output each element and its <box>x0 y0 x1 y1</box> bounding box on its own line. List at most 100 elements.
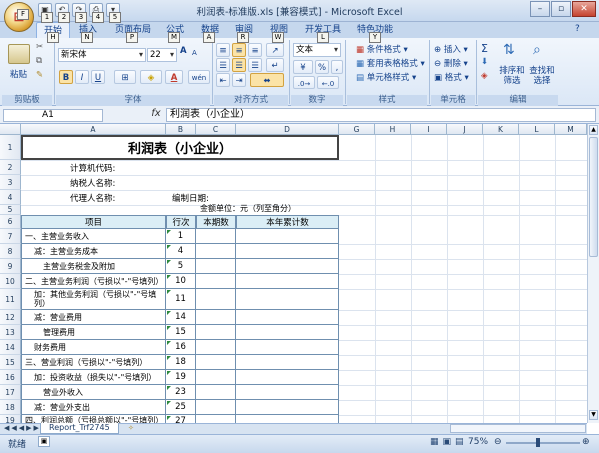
table-row-ytd[interactable] <box>236 274 339 289</box>
cut-icon[interactable]: ✂ <box>36 42 43 52</box>
insert-cells-button[interactable]: ⊕ 插入 ▾ <box>434 43 468 55</box>
row-header[interactable]: 9 <box>0 259 21 274</box>
table-row-ytd[interactable] <box>236 229 339 244</box>
header-current[interactable]: 本期数 <box>196 215 236 229</box>
table-row-ytd[interactable] <box>236 370 339 385</box>
col-header-d[interactable]: D <box>236 124 339 135</box>
row-header[interactable]: 7 <box>0 229 21 244</box>
table-row-ytd[interactable] <box>236 289 339 310</box>
col-header-c[interactable]: C <box>196 124 236 135</box>
bold-button[interactable]: B <box>59 70 73 84</box>
font-size-combo[interactable]: 22 <box>147 48 177 62</box>
copy-icon[interactable]: ⧉ <box>36 56 42 66</box>
col-header-b[interactable]: B <box>166 124 196 135</box>
horizontal-scrollbar[interactable] <box>450 424 586 433</box>
col-header-k[interactable]: K <box>483 124 519 135</box>
row-header[interactable]: 10 <box>0 274 21 289</box>
col-header-l[interactable]: L <box>519 124 555 135</box>
minimize-button[interactable]: – <box>530 1 550 17</box>
align-top-icon[interactable]: ≡ <box>216 43 230 57</box>
table-row-ytd[interactable] <box>236 310 339 325</box>
worksheet-grid[interactable]: A B C D G H I J K L M 1 2 3 4 5 6 利润表（小企… <box>0 124 587 423</box>
sort-filter-label[interactable]: 排序和筛选 <box>498 66 526 86</box>
delete-cells-button[interactable]: ⊖ 删除 ▾ <box>434 57 468 69</box>
table-row-current[interactable] <box>196 229 236 244</box>
align-middle-icon[interactable]: ≡ <box>232 43 246 57</box>
decrease-decimal-icon[interactable]: ←.0 <box>317 76 339 89</box>
view-buttons-icon[interactable]: ▦▣▤ <box>430 437 468 447</box>
table-row-item[interactable]: 减：主营业务成本 <box>21 244 166 259</box>
format-cells-button[interactable]: ▣ 格式 ▾ <box>434 71 469 83</box>
align-right-icon[interactable]: ☰ <box>248 58 262 72</box>
table-row-current[interactable] <box>196 259 236 274</box>
row-header[interactable]: 3 <box>0 175 21 190</box>
col-header-h[interactable]: H <box>375 124 411 135</box>
table-row-current[interactable] <box>196 355 236 370</box>
col-header-m[interactable]: M <box>555 124 587 135</box>
table-row-current[interactable] <box>196 400 236 415</box>
row-header[interactable]: 14 <box>0 340 21 355</box>
conditional-format-button[interactable]: ▦ 条件格式 ▾ <box>356 43 408 55</box>
increase-indent-icon[interactable]: ⇥ <box>232 73 246 87</box>
wrap-text-icon[interactable]: ↵ <box>266 58 284 72</box>
merge-center-icon[interactable]: ⬌ <box>250 73 284 87</box>
zoom-slider[interactable] <box>506 442 580 444</box>
table-row-ytd[interactable] <box>236 244 339 259</box>
table-row-ytd[interactable] <box>236 355 339 370</box>
decrease-indent-icon[interactable]: ⇤ <box>216 73 230 87</box>
select-all-corner[interactable] <box>0 124 21 135</box>
row-header[interactable]: 5 <box>0 205 21 215</box>
table-row-current[interactable] <box>196 325 236 340</box>
maximize-button[interactable]: ▫ <box>551 1 571 17</box>
paste-label[interactable]: 粘贴 <box>10 68 27 80</box>
shrink-font-button[interactable]: A <box>192 49 197 57</box>
underline-button[interactable]: U <box>91 70 105 84</box>
clear-icon[interactable]: ◈ <box>481 71 488 81</box>
sheet-tab[interactable]: Report_Trf2745 <box>40 423 119 434</box>
row-header[interactable]: 12 <box>0 310 21 325</box>
grow-font-button[interactable]: A <box>180 46 187 56</box>
currency-icon[interactable]: ¥ <box>293 60 313 74</box>
name-box[interactable]: A1 <box>3 109 103 122</box>
table-row-item[interactable]: 减：营业外支出 <box>21 400 166 415</box>
header-item[interactable]: 项目 <box>21 215 166 229</box>
font-color-button[interactable]: A <box>165 70 183 84</box>
fill-icon[interactable]: ⬇ <box>481 57 488 67</box>
fill-color-icon[interactable]: ◈ <box>140 70 162 84</box>
table-row-ytd[interactable] <box>236 340 339 355</box>
cell-styles-button[interactable]: ▤ 单元格样式 ▾ <box>356 71 416 83</box>
col-header-j[interactable]: J <box>447 124 483 135</box>
table-row-current[interactable] <box>196 274 236 289</box>
table-row-ytd[interactable] <box>236 259 339 274</box>
align-bottom-icon[interactable]: ≡ <box>248 43 262 57</box>
scroll-thumb[interactable] <box>589 137 598 257</box>
row-header[interactable]: 13 <box>0 325 21 340</box>
scroll-up-button[interactable]: ▲ <box>589 125 598 135</box>
table-row-ytd[interactable] <box>236 325 339 340</box>
col-header-i[interactable]: I <box>411 124 447 135</box>
col-header-a[interactable]: A <box>21 124 166 135</box>
table-row-current[interactable] <box>196 289 236 310</box>
format-as-table-button[interactable]: ▦ 套用表格格式 ▾ <box>356 57 425 69</box>
table-row-current[interactable] <box>196 385 236 400</box>
table-row-current[interactable] <box>196 244 236 259</box>
autosum-button[interactable]: Σ <box>481 42 488 55</box>
table-row-current[interactable] <box>196 415 236 423</box>
zoom-in-icon[interactable]: ⊕ <box>582 437 590 447</box>
find-select-icon[interactable]: ⌕ <box>533 42 541 58</box>
row-header[interactable]: 19 <box>0 415 21 423</box>
insert-sheet-icon[interactable]: ✧ <box>128 424 140 433</box>
formula-input[interactable]: 利润表（小企业） <box>166 108 596 122</box>
row-header[interactable]: 18 <box>0 400 21 415</box>
italic-button[interactable]: I <box>75 70 89 84</box>
table-row-current[interactable] <box>196 370 236 385</box>
row-header[interactable]: 8 <box>0 244 21 259</box>
comma-button[interactable]: , <box>331 60 343 74</box>
table-row-item[interactable]: 四、利润总额（亏损总额以"-"号填列） <box>21 415 166 423</box>
table-row-item[interactable]: 二、主营业务利润（亏损以"-"号填列） <box>21 274 166 289</box>
number-format-combo[interactable]: 文本 <box>293 43 341 57</box>
table-row-current[interactable] <box>196 340 236 355</box>
header-line[interactable]: 行次 <box>166 215 196 229</box>
zoom-level[interactable]: 75% <box>468 437 488 447</box>
insert-function-button[interactable]: fx <box>148 108 164 122</box>
